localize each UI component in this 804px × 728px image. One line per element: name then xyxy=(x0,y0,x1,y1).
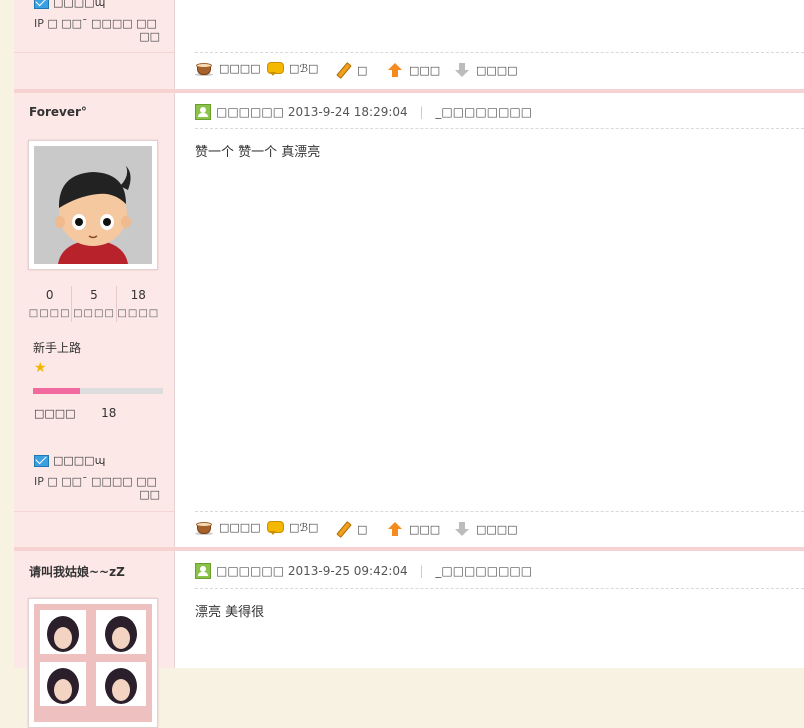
action-upvote-label: □□□ xyxy=(409,63,441,77)
photo-collage-avatar-icon xyxy=(34,604,152,722)
stat-value: 5 xyxy=(90,288,98,302)
post-user-icon xyxy=(195,104,211,120)
posted-at-label: □□□□□□ xyxy=(216,105,285,119)
ip-line2: □□ xyxy=(139,488,160,501)
stat-label: □□□□ xyxy=(28,308,71,319)
post-timestamp: 2013-9-24 18:29:04 xyxy=(287,105,408,119)
mail-icon xyxy=(34,454,49,467)
ip-info: IP □ □□ˉ □□□□ □□ □□ xyxy=(34,475,160,501)
send-message-link[interactable]: □□□□ɰ xyxy=(34,0,105,9)
action-upvote[interactable]: □□□ xyxy=(387,521,440,537)
action-edit-label: □ xyxy=(357,63,368,77)
coffee-cup-icon xyxy=(195,62,213,76)
action-reply[interactable]: □□□□ xyxy=(195,521,261,535)
stat-label: □□□□ xyxy=(117,308,160,319)
mail-icon xyxy=(34,0,49,9)
action-downvote-label: □□□□ xyxy=(476,63,518,77)
avatar[interactable] xyxy=(28,598,158,728)
rank-progress-bar xyxy=(33,388,163,394)
post-meta: □□□□□□ 2013-9-24 18:29:04 | _□□□□□□□□ xyxy=(216,105,533,119)
author-sidebar: Forever° 0 □□□□ 5 □□□□ 18 □□□□ 新手上路 ★ □□… xyxy=(14,93,175,547)
post-body: □□□□□□ 2013-9-24 18:29:04 | _□□□□□□□□ 赞一… xyxy=(175,93,804,547)
view-author-only-link[interactable]: _□□□□□□□□ xyxy=(435,105,532,119)
stat-posts[interactable]: 5 □□□□ xyxy=(71,286,115,322)
user-rank[interactable]: 新手上路 xyxy=(33,339,81,356)
view-author-only-link[interactable]: _□□□□□□□□ xyxy=(435,564,532,578)
send-message-label: □□□□ɰ xyxy=(53,0,106,9)
ip-line1: IP □ □□ˉ □□□□ □□ xyxy=(34,475,157,488)
points-label: □□□□ xyxy=(34,407,76,420)
stat-topics[interactable]: 0 □□□□ xyxy=(28,286,71,322)
author-name[interactable]: 请叫我姑娘~~zZ xyxy=(29,563,125,580)
stat-points[interactable]: 18 □□□□ xyxy=(115,286,160,322)
stat-value: 18 xyxy=(130,288,146,302)
author-sidebar-prev: □□□□ɰ IP □ □□ˉ □□□□ □□ □□ xyxy=(14,0,175,89)
ip-line2: □□ xyxy=(139,30,160,43)
post-user-icon xyxy=(195,563,211,579)
action-edit[interactable]: □ xyxy=(335,521,368,538)
arrow-down-icon xyxy=(454,62,470,78)
ip-line1: IP □ □□ˉ □□□□ □□ xyxy=(34,17,157,30)
stat-label: □□□□ xyxy=(73,308,115,319)
post-body: □□□□□□ 2013-9-25 09:42:04 | _□□□□□□□□ 漂亮… xyxy=(175,551,804,668)
forum-thread: □□□□ɰ IP □ □□ˉ □□□□ □□ □□ □□□□ □ℬ□ □ □□□… xyxy=(14,0,804,728)
action-quote-label: □ℬ□ xyxy=(289,521,319,534)
action-quote[interactable]: □ℬ□ xyxy=(267,521,319,535)
pencil-icon xyxy=(335,62,352,79)
avatar-image xyxy=(34,146,152,264)
action-quote-label: □ℬ□ xyxy=(289,62,319,75)
posted-at-label: □□□□□□ xyxy=(216,564,285,578)
author-stats: 0 □□□□ 5 □□□□ 18 □□□□ xyxy=(28,286,160,322)
author-sidebar: 请叫我姑娘~~zZ xyxy=(14,551,175,728)
avatar[interactable] xyxy=(28,140,158,270)
send-message-label: □□□□ɰ xyxy=(53,454,106,467)
action-edit-label: □ xyxy=(357,522,368,536)
rank-progress-fill xyxy=(33,388,80,394)
action-reply[interactable]: □□□□ xyxy=(195,62,261,76)
action-reply-label: □□□□ xyxy=(219,521,261,534)
points-value: 18 xyxy=(101,406,117,420)
arrow-down-icon xyxy=(454,521,470,537)
pencil-icon xyxy=(335,521,352,538)
arrow-up-icon xyxy=(387,521,403,537)
action-edit[interactable]: □ xyxy=(335,62,368,79)
star-icon: ★ xyxy=(34,360,47,376)
post-message: 漂亮 美得很 xyxy=(195,605,265,620)
speech-bubble-icon xyxy=(267,521,284,535)
stat-value: 0 xyxy=(45,288,54,302)
coffee-cup-icon xyxy=(195,521,213,535)
action-upvote-label: □□□ xyxy=(409,522,441,536)
speech-bubble-icon xyxy=(267,62,284,76)
action-downvote[interactable]: □□□□ xyxy=(454,62,518,78)
points-row: □□□□ 18 xyxy=(34,406,116,420)
action-reply-label: □□□□ xyxy=(219,62,261,75)
author-name[interactable]: Forever° xyxy=(29,105,87,119)
post-timestamp: 2013-9-25 09:42:04 xyxy=(287,564,408,578)
action-downvote-label: □□□□ xyxy=(476,522,518,536)
ip-info: IP □ □□ˉ □□□□ □□ □□ xyxy=(34,17,160,43)
cartoon-boy-avatar-icon xyxy=(34,146,152,264)
action-downvote[interactable]: □□□□ xyxy=(454,521,518,537)
arrow-up-icon xyxy=(387,62,403,78)
send-message-link[interactable]: □□□□ɰ xyxy=(34,454,105,467)
action-quote[interactable]: □ℬ□ xyxy=(267,62,319,76)
avatar-image xyxy=(34,604,152,722)
action-upvote[interactable]: □□□ xyxy=(387,62,440,78)
post-meta: □□□□□□ 2013-9-25 09:42:04 | _□□□□□□□□ xyxy=(216,564,533,578)
post-message: 赞一个 赞一个 真漂亮 xyxy=(195,145,321,160)
